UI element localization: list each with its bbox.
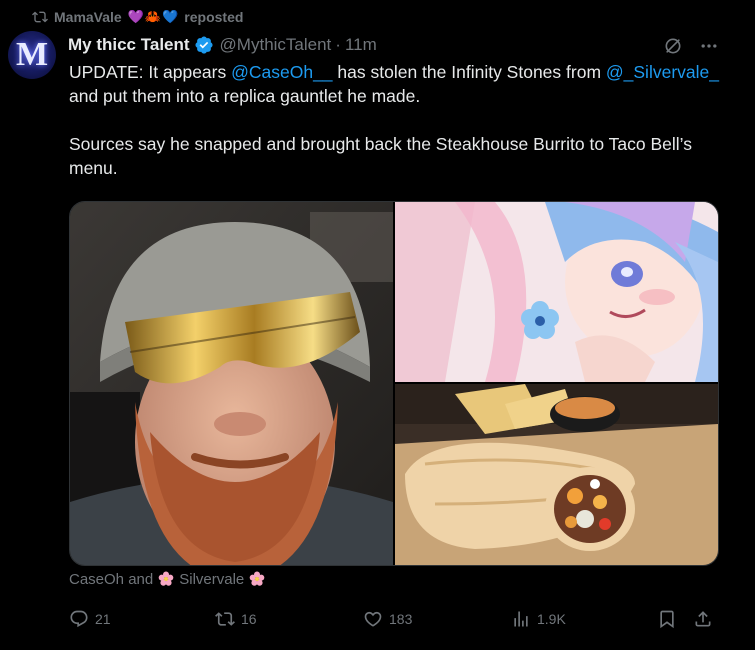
mention-caseoh[interactable]: @CaseOh__ <box>231 62 332 82</box>
repost-button[interactable]: 16 <box>215 609 257 629</box>
share-icon <box>695 611 711 627</box>
anime-art-illustration <box>395 202 718 382</box>
photo-man-illustration <box>70 202 393 565</box>
text-segment: has stolen the Infinity Stones from <box>332 62 606 82</box>
tweet-paragraph-2: Sources say he snapped and brought back … <box>69 134 692 178</box>
grok-icon <box>665 38 681 54</box>
verified-badge-icon[interactable] <box>194 35 214 55</box>
cherry-blossom-icon <box>158 571 174 586</box>
media-grid <box>69 201 719 566</box>
display-name[interactable]: My thicc Talent <box>68 35 190 55</box>
purple-heart-emoji: 💜 <box>127 9 144 24</box>
tagged-text-caseoh: CaseOh and <box>69 570 154 588</box>
reply-count: 21 <box>95 611 111 627</box>
like-count: 183 <box>389 611 413 627</box>
views-button[interactable]: 1.9K <box>511 609 566 629</box>
media-photo-man-with-sunglasses[interactable] <box>70 202 393 565</box>
reply-icon <box>70 610 88 628</box>
repost-label: reposted <box>184 9 244 25</box>
bookmark-icon <box>660 610 674 629</box>
tweet-header: My thicc Talent @MythicTalent · 11m <box>68 33 377 57</box>
text-segment: and put them into a replica gauntlet he … <box>69 86 421 106</box>
more-button[interactable] <box>699 36 719 56</box>
views-icon <box>514 611 528 627</box>
media-steakhouse-burrito[interactable] <box>395 384 718 565</box>
avatar-logo: M <box>15 36 49 73</box>
like-button[interactable]: 183 <box>363 609 412 629</box>
tweet-text: UPDATE: It appears @CaseOh__ has stolen … <box>69 60 719 180</box>
handle[interactable]: @MythicTalent <box>220 35 332 55</box>
share-button[interactable] <box>693 609 713 629</box>
avatar[interactable]: M <box>8 31 56 79</box>
burrito-photo-illustration <box>395 384 718 565</box>
tweet-paragraph-1: UPDATE: It appears @CaseOh__ has stolen … <box>69 60 719 108</box>
repost-user[interactable]: MamaVale <box>54 9 122 25</box>
crab-emoji: 🦀 <box>144 9 162 24</box>
heart-icon <box>364 611 382 627</box>
views-count: 1.9K <box>537 611 566 627</box>
tagged-text-silvervale: Silvervale <box>179 570 245 588</box>
repost-indicator[interactable]: MamaVale 💜 🦀 💙 reposted <box>32 6 243 28</box>
media-anime-illustration[interactable] <box>395 202 718 382</box>
repost-user-emojis: 💜 🦀 💙 <box>128 9 179 25</box>
bookmark-button[interactable] <box>657 609 677 629</box>
tagged-users[interactable]: CaseOh and Silvervale <box>69 569 265 589</box>
tweet-actions: 21 16 183 1.9K <box>69 604 717 634</box>
grok-button[interactable] <box>663 36 683 56</box>
cherry-blossom-icon <box>249 571 265 586</box>
more-icon <box>701 44 717 48</box>
separator: · <box>335 35 341 54</box>
timestamp[interactable]: 11m <box>345 35 377 55</box>
repost-icon <box>215 612 235 626</box>
reply-button[interactable]: 21 <box>69 609 111 629</box>
text-segment: UPDATE: It appears <box>69 62 232 82</box>
repost-count: 16 <box>241 611 257 627</box>
blue-heart-emoji: 💙 <box>162 9 179 24</box>
mention-silvervale[interactable]: @_Silvervale_ <box>606 62 719 82</box>
repost-icon <box>32 11 48 23</box>
tweet-top-actions <box>663 36 719 56</box>
